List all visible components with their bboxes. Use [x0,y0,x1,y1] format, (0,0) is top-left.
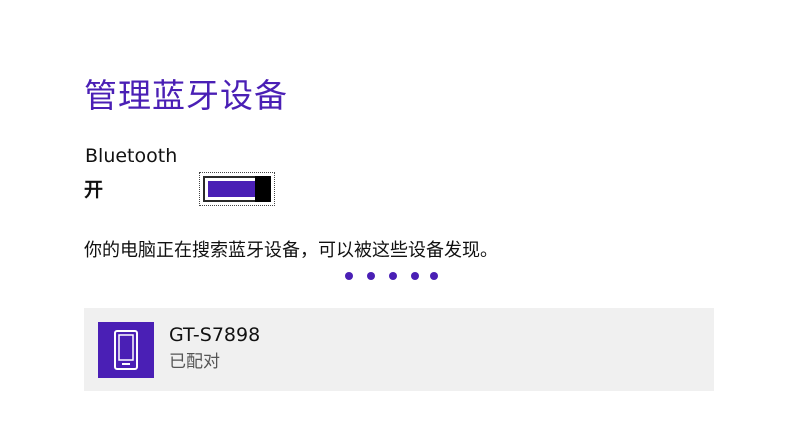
progress-dot [430,272,438,280]
phone-icon [114,330,138,370]
toggle-fill [208,181,255,197]
device-tile [98,322,154,378]
page-title: 管理蓝牙设备 [84,76,288,115]
bluetooth-label: Bluetooth [85,145,178,167]
toggle-thumb[interactable] [255,176,271,202]
toggle-track [203,176,271,202]
progress-dot [389,272,397,280]
device-pairing-status: 已配对 [169,352,220,372]
search-status-text: 你的电脑正在搜索蓝牙设备，可以被这些设备发现。 [84,240,498,261]
device-list-item[interactable]: GT-S7898 已配对 [84,308,714,391]
progress-dot [345,272,353,280]
searching-progress-dots [345,272,445,282]
bluetooth-state-label: 开 [84,179,104,201]
progress-dot [411,272,419,280]
device-name: GT-S7898 [169,324,261,346]
progress-dot [367,272,375,280]
bluetooth-toggle[interactable] [199,172,275,206]
